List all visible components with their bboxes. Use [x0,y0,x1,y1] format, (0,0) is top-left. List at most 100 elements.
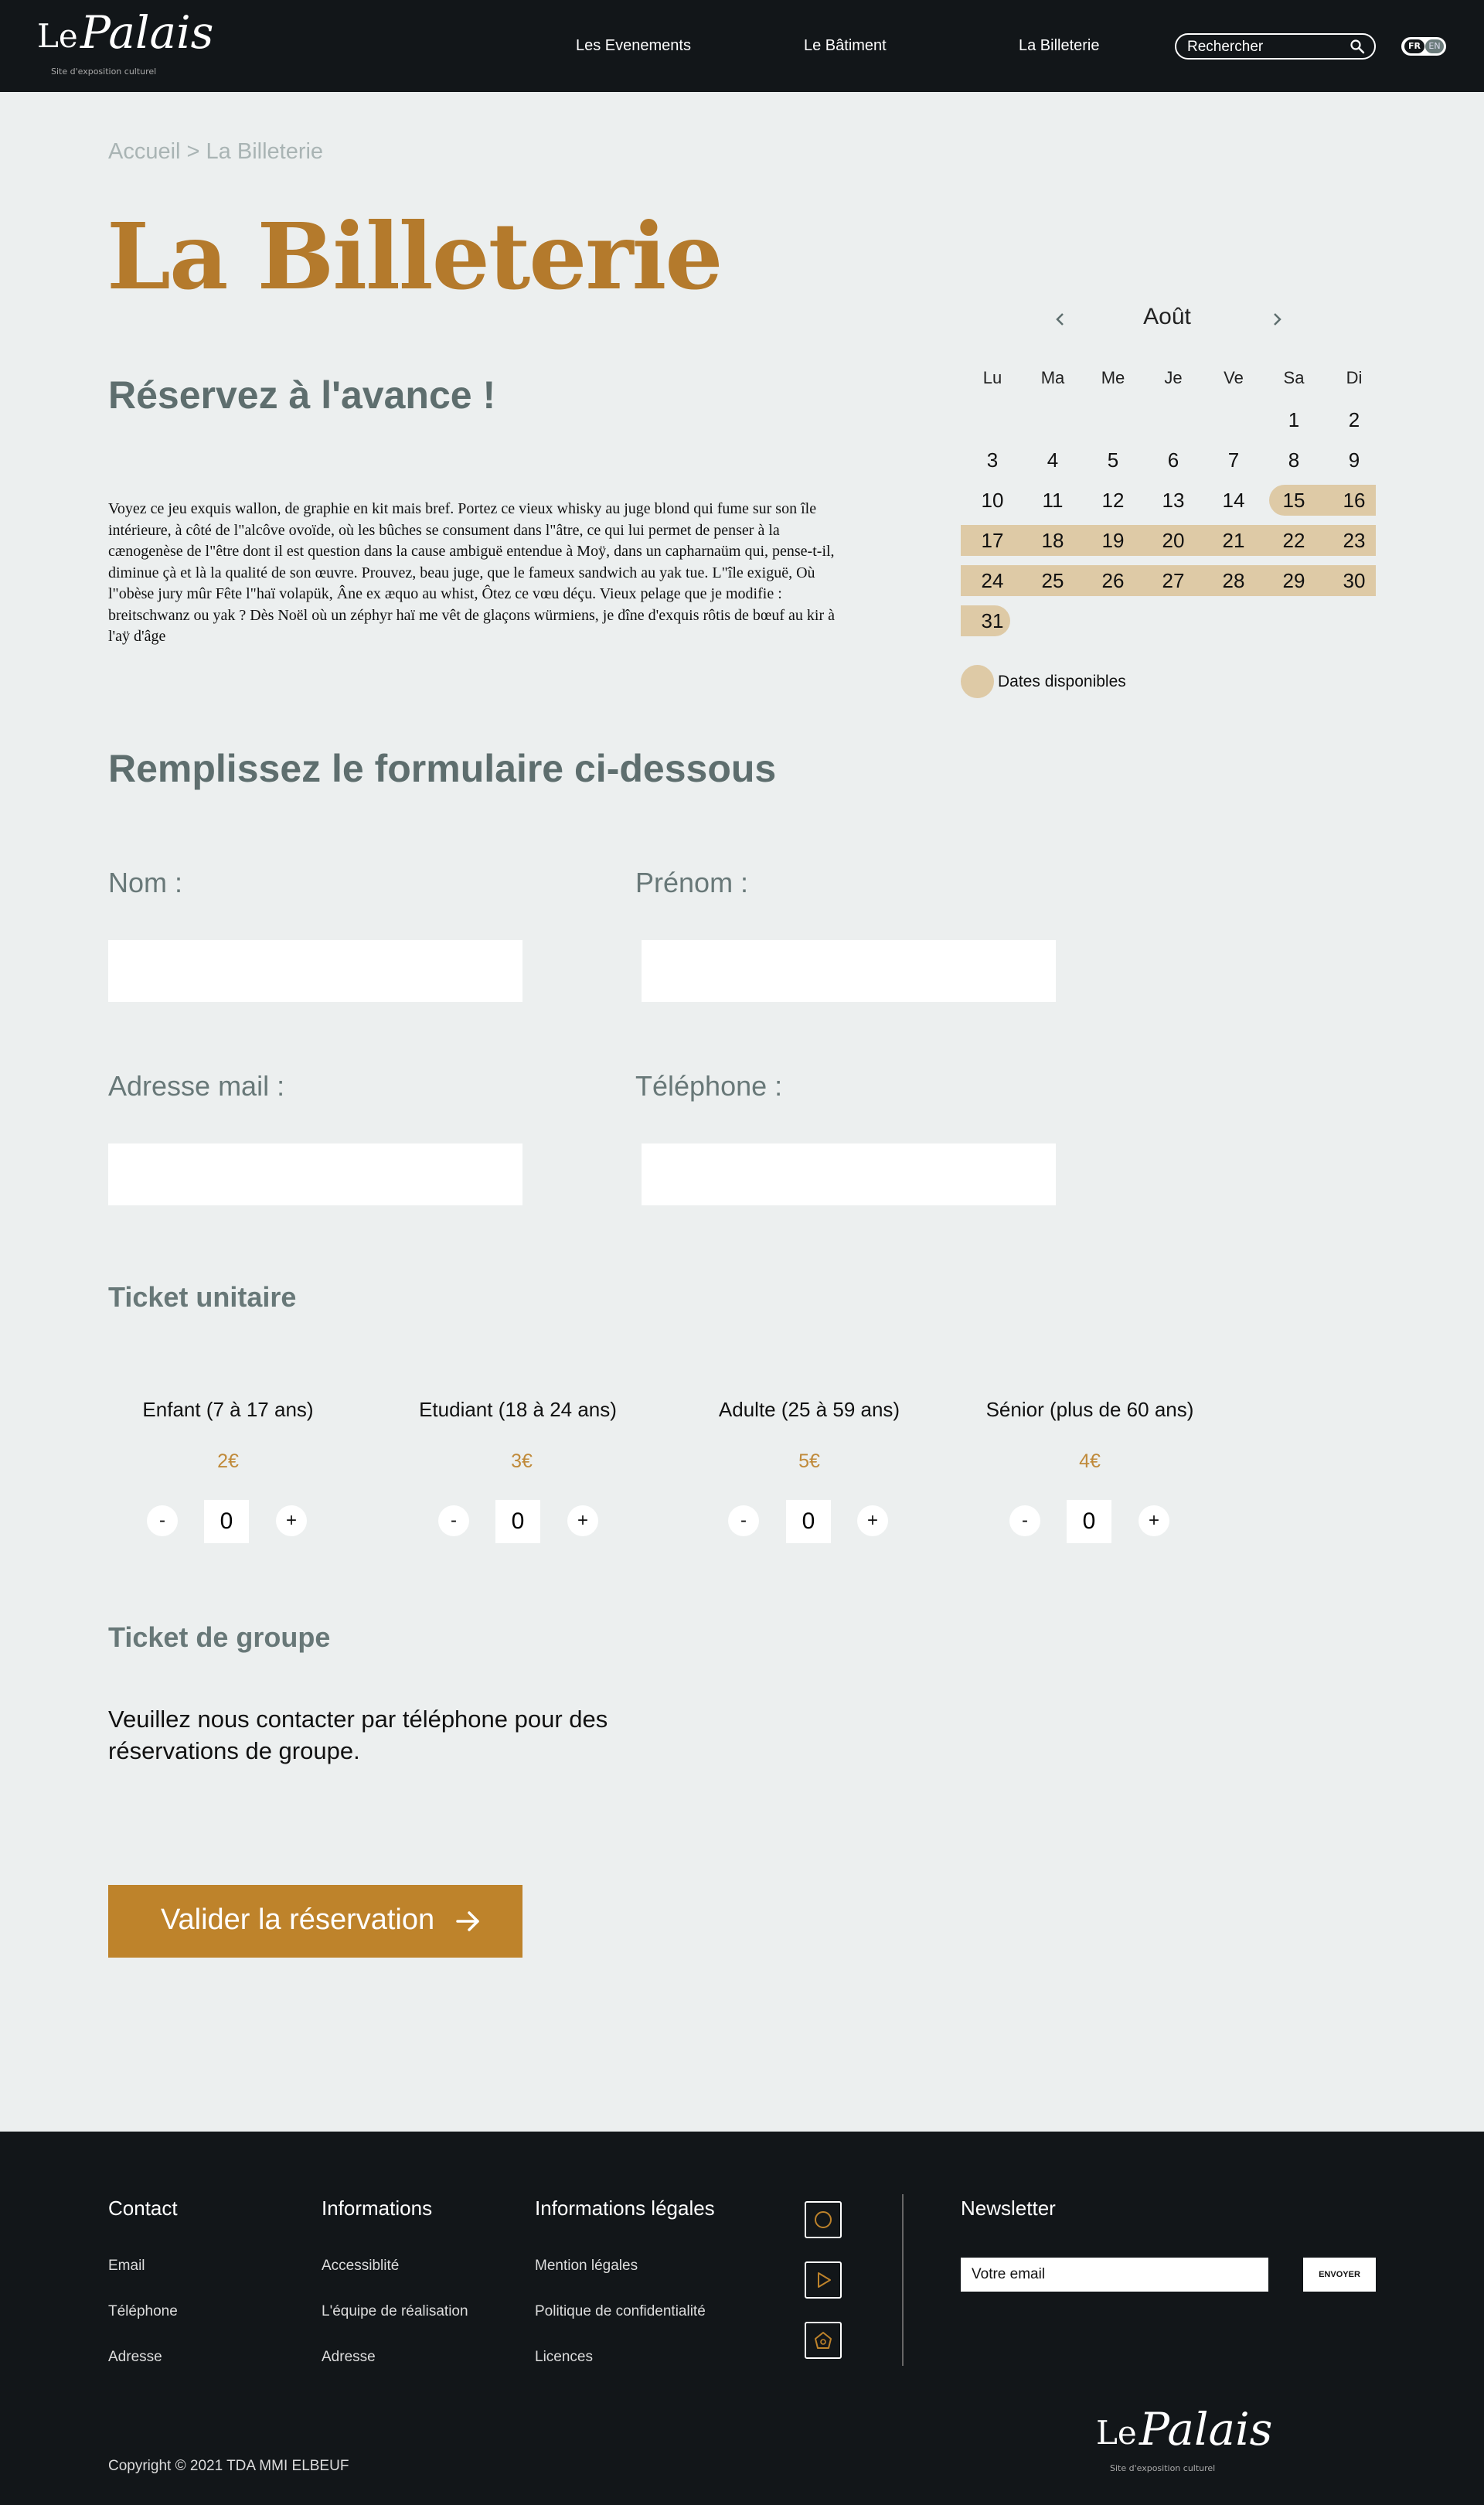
calendar-day[interactable]: 18 [1030,529,1076,553]
logo-palais: Palais [80,6,214,59]
calendar-day[interactable]: 8 [1271,448,1317,472]
calendar-day[interactable]: 30 [1331,569,1377,593]
social-instagram[interactable] [805,2201,842,2238]
lang-fr[interactable]: FR [1404,39,1424,53]
footer-link-adresse[interactable]: Adresse [108,2349,162,2366]
calendar-day[interactable]: 23 [1331,529,1377,553]
footer-link-telephone[interactable]: Téléphone [108,2303,178,2320]
calendar-day[interactable]: 31 [969,609,1016,633]
calendar-day[interactable]: 16 [1331,489,1377,513]
footer-link-equipe[interactable]: L'équipe de réalisation [322,2303,468,2320]
calendar-day[interactable]: 24 [969,569,1016,593]
calendar-day[interactable]: 14 [1210,489,1257,513]
calendar-day[interactable]: 1 [1271,408,1317,432]
increment-button[interactable]: + [276,1505,307,1536]
calendar-day[interactable]: 17 [969,529,1016,553]
ticket-price: 2€ [217,1450,239,1472]
prenom-label: Prénom : [635,867,749,898]
nav-evenements[interactable]: Les Evenements [576,37,691,55]
site-logo[interactable]: Le Palais Site d'exposition culturel [37,0,213,89]
footer-link-accessibilite[interactable]: Accessiblité [322,2258,399,2275]
social-youtube[interactable] [805,2261,842,2299]
page-title: La Billeterie [107,203,723,310]
quantity-input[interactable] [1067,1500,1111,1543]
home-icon [815,2332,832,2349]
calendar-day[interactable]: 12 [1090,489,1136,513]
ticket-price: 5€ [798,1450,820,1472]
email-field[interactable] [108,1143,522,1205]
ticket-name: Sénior (plus de 60 ans) [985,1398,1194,1421]
calendar-day[interactable]: 5 [1090,448,1136,472]
calendar-day[interactable]: 27 [1150,569,1196,593]
calendar-day[interactable]: 11 [1030,489,1076,513]
form-heading: Remplissez le formulaire ci-dessous [108,747,777,790]
decrement-button[interactable]: - [728,1505,759,1536]
footer-link-adresse-info[interactable]: Adresse [322,2349,376,2366]
instagram-icon [815,2211,832,2228]
calendar-day[interactable]: 20 [1150,529,1196,553]
footer-contact-title: Contact [108,2197,178,2220]
site-header: Le Palais Site d'exposition culturel Les… [0,0,1484,92]
footer-link-confidentialite[interactable]: Politique de confidentialité [535,2303,706,2320]
prenom-field[interactable] [642,940,1056,1002]
decrement-button[interactable]: - [147,1505,178,1536]
calendar-day[interactable]: 4 [1030,448,1076,472]
legend-swatch [961,665,994,698]
email-label: Adresse mail : [108,1070,285,1102]
increment-button[interactable]: + [567,1505,598,1536]
increment-button[interactable]: + [1139,1505,1169,1536]
decrement-button[interactable]: - [1009,1505,1040,1536]
weekday-label: Sa [1283,368,1305,387]
social-home[interactable] [805,2322,842,2359]
calendar-day[interactable]: 19 [1090,529,1136,553]
footer-link-mentions[interactable]: Mention légales [535,2258,638,2275]
calendar-day[interactable]: 13 [1150,489,1196,513]
newsletter-email-input[interactable] [961,2258,1268,2292]
decrement-button[interactable]: - [438,1505,469,1536]
ticket-name: Enfant (7 à 17 ans) [142,1398,314,1421]
chevron-left-icon[interactable] [1051,310,1070,329]
calendar-day[interactable]: 26 [1090,569,1136,593]
logo-tagline: Site d'exposition culturel [51,66,157,77]
calendar-day[interactable]: 9 [1331,448,1377,472]
calendar-day[interactable]: 25 [1030,569,1076,593]
search-input[interactable] [1187,38,1342,56]
weekday-label: Ve [1224,368,1244,387]
nav-batiment[interactable]: Le Bâtiment [804,37,887,55]
logo-le: Le [1096,2414,1137,2452]
footer-logo[interactable]: Le Palais Site d'exposition culturel [1096,2397,1272,2486]
calendar-day[interactable]: 7 [1210,448,1257,472]
subtitle: Réservez à l'avance ! [108,373,496,417]
newsletter-title: Newsletter [961,2197,1056,2220]
search-box [1175,33,1376,60]
calendar-day[interactable]: 28 [1210,569,1257,593]
quantity-input[interactable] [204,1500,249,1543]
calendar-day[interactable]: 15 [1271,489,1317,513]
calendar-day[interactable]: 22 [1271,529,1317,553]
nav-billeterie[interactable]: La Billeterie [1019,37,1100,55]
lang-en[interactable]: EN [1425,39,1444,53]
calendar-day[interactable]: 21 [1210,529,1257,553]
submit-reservation-button[interactable]: Valider la réservation [108,1885,522,1958]
quantity-input[interactable] [495,1500,540,1543]
chevron-right-icon[interactable] [1268,310,1286,329]
increment-button[interactable]: + [857,1505,888,1536]
calendar-day[interactable]: 6 [1150,448,1196,472]
calendar-day[interactable]: 3 [969,448,1016,472]
breadcrumb[interactable]: Accueil > La Billeterie [108,139,323,165]
ticket-name: Adulte (25 à 59 ans) [718,1398,900,1421]
quantity-input[interactable] [786,1500,831,1543]
calendar-day[interactable]: 10 [969,489,1016,513]
weekday-label: Me [1101,368,1125,387]
footer-link-licences[interactable]: Licences [535,2349,593,2366]
youtube-icon [818,2272,831,2288]
nom-label: Nom : [108,867,183,898]
footer-divider [902,2194,904,2366]
phone-field[interactable] [642,1143,1056,1205]
calendar-day[interactable]: 2 [1331,408,1377,432]
search-icon[interactable] [1350,39,1365,54]
newsletter-submit-button[interactable]: ENVOYER [1303,2258,1376,2292]
calendar-day[interactable]: 29 [1271,569,1317,593]
footer-link-email[interactable]: Email [108,2258,145,2275]
nom-field[interactable] [108,940,522,1002]
